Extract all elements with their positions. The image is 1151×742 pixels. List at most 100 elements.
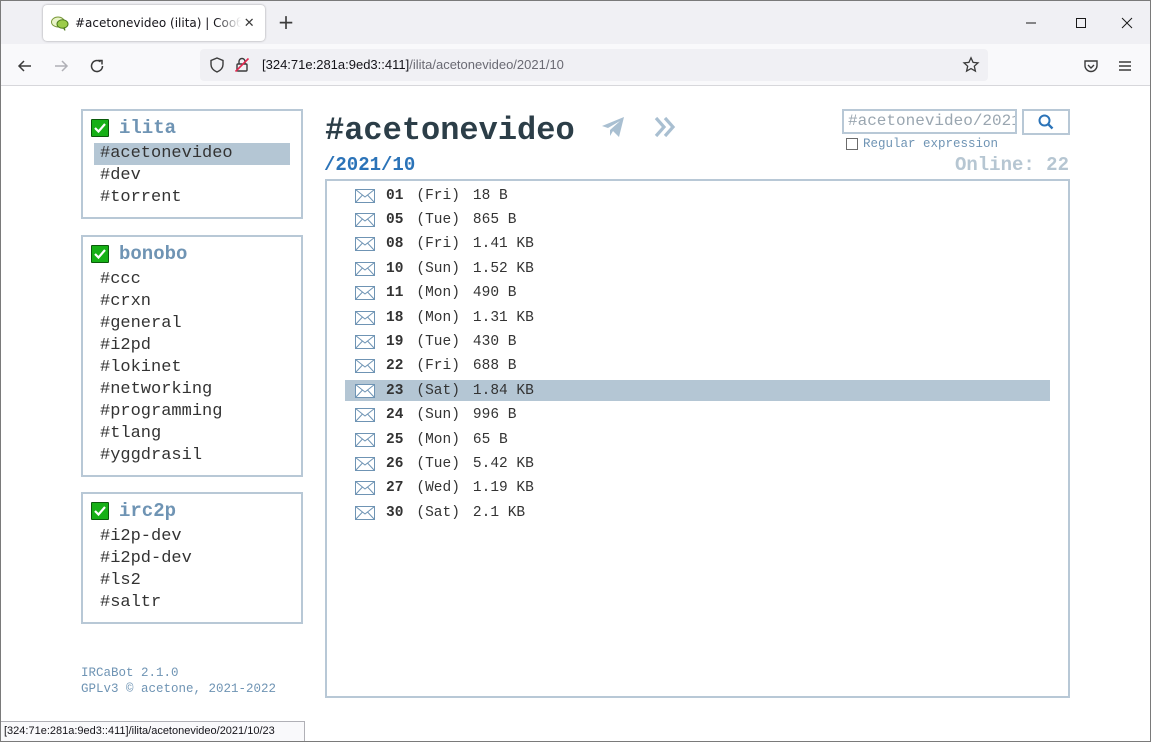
envelope-icon <box>355 188 375 203</box>
day-row[interactable]: 01 (Fri) 18 B <box>345 185 1050 206</box>
day-row[interactable]: 26 (Tue) 5.42 KB <box>345 453 1050 474</box>
envelope-icon <box>355 481 375 496</box>
shield-icon[interactable] <box>208 56 226 78</box>
day-size: 65 B <box>472 431 508 448</box>
url-text[interactable]: [324:71e:281a:9ed3::411]/ilita/acetonevi… <box>262 57 564 72</box>
back-button[interactable] <box>12 53 38 79</box>
day-row[interactable]: 10 (Sun) 1.52 KB <box>345 258 1050 279</box>
channel-link[interactable]: #acetonevideo <box>94 143 290 165</box>
day-row[interactable]: 27 (Wed) 1.19 KB <box>345 478 1050 499</box>
day-size: 5.42 KB <box>472 455 534 472</box>
channel-link[interactable]: #i2p-dev <box>94 526 290 548</box>
day-row[interactable]: 22 (Fri) 688 B <box>345 356 1050 377</box>
regex-checkbox[interactable] <box>846 138 858 150</box>
day-list: 01 (Fri) 18 B 05 (Tue) 865 B 08 (Fri) 1.41 KB 10 (… <box>325 179 1070 698</box>
day-size: 2.1 KB <box>472 504 526 521</box>
channel-link[interactable]: #dev <box>94 165 290 187</box>
day-row[interactable]: 23 (Sat) 1.84 KB <box>345 380 1050 402</box>
channel-link[interactable]: #torrent <box>94 187 290 209</box>
envelope-icon <box>355 408 375 423</box>
network-name[interactable]: irc2p <box>119 500 176 522</box>
channel-title: #acetonevideo <box>325 112 679 149</box>
browser-navbar: [324:71e:281a:9ed3::411]/ilita/acetonevi… <box>0 44 1151 86</box>
network-box-irc2p: irc2p #i2p-dev #i2pd-dev #ls2 #saltr <box>81 492 303 624</box>
pocket-button[interactable] <box>1078 53 1104 79</box>
day-row[interactable]: 30 (Sat) 2.1 KB <box>345 502 1050 523</box>
pocket-icon <box>1084 60 1098 73</box>
day-number: 11 <box>386 285 404 302</box>
double-chevron-right-icon[interactable] <box>653 112 679 149</box>
day-row[interactable]: 08 (Fri) 1.41 KB <box>345 234 1050 255</box>
search-input[interactable]: #acetonevideo/2021 <box>842 109 1017 134</box>
day-weekday: (Tue) <box>416 333 460 350</box>
day-number: 05 <box>386 211 404 228</box>
minimize-button[interactable] <box>1016 9 1046 37</box>
day-number: 25 <box>386 431 404 448</box>
day-row[interactable]: 25 (Mon) 65 B <box>345 429 1050 450</box>
day-number: 18 <box>386 309 404 326</box>
day-weekday: (Sun) <box>416 260 460 277</box>
envelope-icon <box>355 432 375 447</box>
day-size: 688 B <box>472 358 517 375</box>
day-weekday: (Mon) <box>416 309 460 326</box>
hamburger-menu-icon <box>1119 61 1131 71</box>
channel-link[interactable]: #ccc <box>94 269 290 291</box>
date-path-link[interactable]: /2021/10 <box>324 154 415 176</box>
day-weekday: (Fri) <box>416 236 460 253</box>
channel-link[interactable]: #ls2 <box>94 570 290 592</box>
day-weekday: (Sun) <box>416 407 460 424</box>
day-size: 1.84 KB <box>472 382 534 399</box>
channel-link[interactable]: #i2pd <box>94 335 290 357</box>
check-icon <box>91 245 109 263</box>
forward-button[interactable] <box>48 53 74 79</box>
channel-link[interactable]: #tlang <box>94 423 290 445</box>
day-size: 18 B <box>472 187 508 204</box>
day-row[interactable]: 18 (Mon) 1.31 KB <box>345 307 1050 328</box>
network-name[interactable]: ilita <box>119 117 176 139</box>
url-path: /ilita/acetonevideo/2021/10 <box>409 57 564 72</box>
browser-tab[interactable]: #acetonevideo (ilita) | Сообщения ✕ <box>43 5 265 41</box>
telegram-send-icon[interactable] <box>600 112 626 149</box>
maximize-button[interactable] <box>1066 9 1096 37</box>
day-size: 996 B <box>472 407 517 424</box>
network-name[interactable]: bonobo <box>119 243 187 265</box>
network-header[interactable]: irc2p <box>91 500 301 522</box>
menu-button[interactable] <box>1112 53 1138 79</box>
network-header[interactable]: bonobo <box>91 243 301 265</box>
regex-option[interactable]: Regular expression <box>846 137 998 151</box>
browser-titlebar: #acetonevideo (ilita) | Сообщения ✕ + <box>0 0 1151 44</box>
channel-name: #acetonevideo <box>325 112 575 149</box>
day-size: 865 B <box>472 211 517 228</box>
channel-link[interactable]: #general <box>94 313 290 335</box>
envelope-icon <box>355 383 375 398</box>
day-row[interactable]: 11 (Mon) 490 B <box>345 283 1050 304</box>
day-weekday: (Sat) <box>416 504 460 521</box>
new-tab-button[interactable]: + <box>274 11 298 35</box>
channel-link[interactable]: #i2pd-dev <box>94 548 290 570</box>
day-size: 490 B <box>472 285 517 302</box>
day-row[interactable]: 24 (Sun) 996 B <box>345 405 1050 426</box>
day-size: 1.19 KB <box>472 480 534 497</box>
day-weekday: (Sat) <box>416 382 460 399</box>
search-icon <box>1038 114 1054 130</box>
day-row[interactable]: 19 (Tue) 430 B <box>345 331 1050 352</box>
channel-link[interactable]: #networking <box>94 379 290 401</box>
day-row[interactable]: 05 (Tue) 865 B <box>345 209 1050 230</box>
close-window-button[interactable] <box>1112 9 1142 37</box>
channel-link[interactable]: #programming <box>94 401 290 423</box>
chat-bubbles-icon <box>51 15 69 31</box>
search-button[interactable] <box>1022 109 1070 135</box>
tab-close-icon[interactable]: ✕ <box>241 16 257 31</box>
envelope-icon <box>355 456 375 471</box>
network-header[interactable]: ilita <box>91 117 301 139</box>
address-bar[interactable]: [324:71e:281a:9ed3::411]/ilita/acetonevi… <box>200 49 988 81</box>
minimize-icon <box>1026 22 1036 24</box>
bookmark-star-icon[interactable] <box>962 56 980 78</box>
channel-link[interactable]: #yggdrasil <box>94 445 290 467</box>
channel-link[interactable]: #saltr <box>94 592 290 614</box>
day-number: 01 <box>386 187 404 204</box>
reload-button[interactable] <box>84 53 110 79</box>
channel-link[interactable]: #lokinet <box>94 357 290 379</box>
insecure-lock-icon[interactable] <box>233 56 251 78</box>
channel-link[interactable]: #crxn <box>94 291 290 313</box>
